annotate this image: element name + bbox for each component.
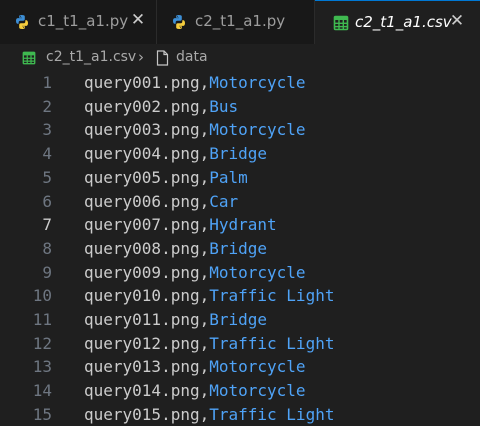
csv-label-field: Bridge bbox=[209, 238, 268, 258]
csv-table-icon bbox=[333, 15, 349, 31]
document-icon bbox=[156, 50, 169, 66]
line-number: 15 bbox=[32, 404, 52, 424]
close-icon[interactable]: ✕ bbox=[448, 12, 466, 30]
line-number: 11 bbox=[32, 310, 52, 329]
csv-filename-field: query012.png, bbox=[84, 333, 210, 353]
line-number: 13 bbox=[32, 357, 52, 377]
csv-filename-field: query007.png, bbox=[84, 215, 210, 235]
line-number: 4 bbox=[42, 144, 52, 164]
csv-label-field: Car bbox=[209, 191, 239, 211]
code-line[interactable]: 15 query015.png,Traffic Light bbox=[0, 404, 480, 426]
breadcrumb: c2_t1_a1.csv › data bbox=[0, 44, 480, 72]
csv-filename-field: query008.png, bbox=[84, 238, 210, 258]
code-text: query009.png,Motorcycle bbox=[84, 263, 306, 282]
line-number: 12 bbox=[32, 333, 52, 353]
csv-filename-field: query002.png, bbox=[84, 96, 210, 116]
csv-label-field: Bus bbox=[209, 96, 239, 116]
code-text: query011.png,Bridge bbox=[84, 310, 267, 329]
csv-filename-field: query009.png, bbox=[84, 262, 210, 282]
csv-filename-field: query003.png, bbox=[84, 120, 210, 140]
csv-label-field: Traffic Light bbox=[209, 286, 335, 306]
code-text: query008.png,Bridge bbox=[84, 239, 267, 258]
tab-label: c2_t1_a1.csv bbox=[355, 13, 452, 31]
line-number: 5 bbox=[42, 167, 52, 187]
csv-label-field: Traffic Light bbox=[209, 333, 335, 353]
code-line[interactable]: 11 query011.png,Bridge bbox=[0, 309, 480, 333]
csv-filename-field: query005.png, bbox=[84, 167, 210, 187]
code-text: query013.png,Motorcycle bbox=[84, 357, 306, 376]
code-text: query015.png,Traffic Light bbox=[84, 405, 334, 424]
csv-filename-field: query004.png, bbox=[84, 144, 210, 164]
csv-filename-field: query014.png, bbox=[84, 381, 210, 401]
code-text: query004.png,Bridge bbox=[84, 144, 267, 163]
code-text: query014.png,Motorcycle bbox=[84, 381, 306, 400]
tab-c2-t1-a1-csv[interactable]: c2_t1_a1.csv ✕ bbox=[315, 0, 480, 45]
line-number: 6 bbox=[42, 191, 52, 211]
code-line[interactable]: 4 query004.png,Bridge bbox=[0, 143, 480, 167]
line-number: 7 bbox=[42, 215, 52, 235]
line-number: 1 bbox=[42, 73, 52, 92]
csv-label-field: Bridge bbox=[209, 144, 268, 164]
close-icon[interactable]: ✕ bbox=[129, 11, 147, 29]
code-text: query001.png,Motorcycle bbox=[84, 73, 306, 92]
csv-table-icon bbox=[22, 51, 36, 65]
csv-filename-field: query001.png, bbox=[84, 73, 210, 92]
csv-label-field: Bridge bbox=[209, 310, 268, 329]
line-number: 2 bbox=[42, 96, 52, 116]
csv-label-field: Motorcycle bbox=[209, 357, 306, 377]
csv-label-field: Traffic Light bbox=[209, 404, 335, 424]
code-text: query002.png,Bus bbox=[84, 97, 238, 116]
tab-c1-t1-a1-py[interactable]: c1_t1_a1.py ✕ bbox=[0, 0, 157, 44]
code-line[interactable]: 3 query003.png,Motorcycle bbox=[0, 119, 480, 143]
csv-filename-field: query010.png, bbox=[84, 286, 210, 306]
code-line[interactable]: 13 query013.png,Motorcycle bbox=[0, 356, 480, 380]
tab-c2-t1-a1-py[interactable]: c2_t1_a1.py bbox=[157, 0, 315, 44]
csv-label-field: Motorcycle bbox=[209, 381, 306, 401]
line-number: 8 bbox=[42, 238, 52, 258]
code-line[interactable]: 5 query005.png,Palm bbox=[0, 167, 480, 191]
python-icon bbox=[16, 15, 28, 29]
code-line[interactable]: 9 query009.png,Motorcycle bbox=[0, 262, 480, 286]
code-text: query007.png,Hydrant bbox=[84, 215, 277, 234]
csv-label-field: Palm bbox=[209, 167, 248, 187]
line-number: 3 bbox=[42, 120, 52, 140]
breadcrumb-item-data[interactable]: data bbox=[176, 49, 208, 65]
tab-bar: c1_t1_a1.py ✕ c2_t1_a1.py c2_t1_a1.csv ✕ bbox=[0, 0, 480, 45]
line-number: 9 bbox=[42, 262, 52, 282]
breadcrumb-file[interactable]: c2_t1_a1.csv bbox=[46, 49, 136, 65]
code-text: query010.png,Traffic Light bbox=[84, 286, 334, 305]
code-text: query005.png,Palm bbox=[84, 168, 248, 187]
code-text: query003.png,Motorcycle bbox=[84, 120, 306, 139]
code-line[interactable]: 1 query001.png,Motorcycle bbox=[0, 72, 480, 96]
code-line[interactable]: 8 query008.png,Bridge bbox=[0, 238, 480, 262]
chevron-right-icon: › bbox=[138, 48, 144, 66]
code-line[interactable]: 14 query014.png,Motorcycle bbox=[0, 380, 480, 404]
code-line[interactable]: 7 query007.png,Hydrant bbox=[0, 214, 480, 238]
csv-filename-field: query006.png, bbox=[84, 191, 210, 211]
code-line[interactable]: 6 query006.png,Car bbox=[0, 191, 480, 215]
csv-label-field: Motorcycle bbox=[209, 262, 306, 282]
code-line[interactable]: 10 query010.png,Traffic Light bbox=[0, 285, 480, 309]
code-line[interactable]: 12 query012.png,Traffic Light bbox=[0, 333, 480, 357]
tab-label: c2_t1_a1.py bbox=[195, 12, 286, 30]
code-text: query012.png,Traffic Light bbox=[84, 334, 334, 353]
editor[interactable]: 1 query001.png,Motorcycle 2 query002.png,Bu… bbox=[0, 72, 480, 426]
python-icon bbox=[173, 15, 185, 29]
line-number: 14 bbox=[32, 381, 52, 401]
csv-label-field: Motorcycle bbox=[209, 120, 306, 140]
csv-label-field: Motorcycle bbox=[209, 73, 306, 92]
line-number: 10 bbox=[32, 286, 52, 306]
tab-label: c1_t1_a1.py bbox=[38, 12, 129, 30]
csv-filename-field: query011.png, bbox=[84, 310, 210, 329]
code-line[interactable]: 2 query002.png,Bus bbox=[0, 96, 480, 120]
csv-filename-field: query013.png, bbox=[84, 357, 210, 377]
code-text: query006.png,Car bbox=[84, 192, 238, 211]
csv-filename-field: query015.png, bbox=[84, 404, 210, 424]
csv-label-field: Hydrant bbox=[209, 215, 277, 235]
